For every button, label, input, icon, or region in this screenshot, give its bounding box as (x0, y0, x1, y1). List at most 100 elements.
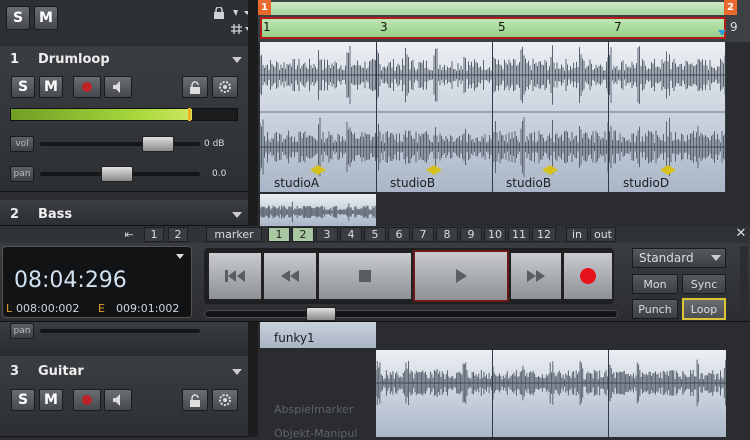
loop-start-marker[interactable]: 1 (258, 0, 271, 15)
panel-divider[interactable] (248, 0, 258, 437)
stop-icon (359, 270, 371, 282)
marker-prev-1[interactable]: 1 (144, 227, 164, 242)
scrub-slider[interactable] (204, 310, 618, 318)
track-1-vol-thumb[interactable] (142, 136, 174, 152)
mode-select-value: Standard (639, 251, 694, 265)
track-1-menu-icon[interactable] (232, 57, 242, 63)
fx-gear-icon (219, 81, 231, 93)
marker-prev-2[interactable]: 2 (168, 227, 188, 242)
marker-back-icon[interactable]: ⇤ (120, 228, 138, 241)
end-locator-label: E (98, 302, 105, 315)
track-1-level-meter (10, 108, 238, 121)
marker-number[interactable]: 11 (508, 227, 530, 242)
speaker-icon (113, 394, 120, 406)
marker-out-button[interactable]: out (590, 227, 616, 242)
fast-forward-button[interactable] (510, 252, 562, 300)
track-3-solo-button[interactable]: S (11, 389, 35, 411)
volume-handle-icon[interactable] (310, 160, 326, 179)
sync-button[interactable]: Sync (682, 274, 726, 294)
track-1-vol-label: vol (10, 136, 34, 152)
track-1-pan-thumb[interactable] (101, 166, 133, 182)
clip-divider (376, 42, 377, 192)
marker-number[interactable]: 8 (436, 227, 458, 242)
marker-number[interactable]: 1 (268, 227, 290, 242)
fx-gear-icon (219, 394, 231, 406)
go-to-start-button[interactable] (208, 252, 262, 300)
clip-divider (492, 350, 493, 437)
play-button[interactable] (413, 250, 509, 302)
skip-start-icon (225, 270, 245, 282)
mode-dropdown-icon[interactable] (711, 255, 721, 261)
volume-handle-icon[interactable] (660, 160, 676, 179)
track-1-mute-button[interactable]: M (39, 76, 63, 98)
global-mute-button[interactable]: M (34, 6, 58, 30)
track-1-lane-empty (726, 42, 750, 192)
guitar-waveform (376, 350, 726, 437)
track-1-number: 1 (10, 52, 20, 67)
rewind-button[interactable] (263, 252, 317, 300)
marker-in-button[interactable]: in (566, 227, 588, 242)
time-format-dropdown-icon[interactable] (176, 254, 184, 259)
time-counter: 08:04:296 (14, 268, 127, 293)
track-1-monitor-button[interactable] (104, 76, 132, 98)
lock-icon[interactable] (212, 4, 226, 19)
volume-handle-icon[interactable] (426, 160, 442, 179)
play-icon (456, 269, 467, 283)
track-1-peak-marker (188, 108, 191, 121)
mon-button[interactable]: Mon (632, 274, 678, 294)
left-locator-value[interactable]: 008:00:002 (16, 302, 79, 315)
marker-number[interactable]: 3 (316, 227, 338, 242)
track-3-fx-button[interactable] (212, 389, 238, 411)
track-2-name[interactable]: Bass (38, 207, 72, 222)
volume-handle-icon[interactable] (542, 160, 558, 179)
clip-divider (492, 42, 493, 192)
ruler-mark-5: 5 (498, 20, 506, 34)
track-1-pan-label: pan (10, 166, 34, 182)
marker-number[interactable]: 5 (364, 227, 386, 242)
marker-number[interactable]: 10 (484, 227, 506, 242)
scrub-thumb[interactable] (306, 307, 336, 321)
marker-number[interactable]: 4 (340, 227, 362, 242)
track-1-lock-button[interactable] (182, 76, 208, 98)
loop-end-marker[interactable]: 2 (724, 0, 737, 15)
padlock-icon (190, 80, 200, 94)
track-2-menu-icon[interactable] (232, 212, 242, 218)
track-1-name[interactable]: Drumloop (38, 52, 110, 67)
marker-number[interactable]: 2 (292, 227, 314, 242)
track-1-record-button[interactable] (73, 76, 101, 98)
end-locator-value[interactable]: 009:01:002 (116, 302, 179, 315)
marker-number[interactable]: 9 (460, 227, 482, 242)
timeline-ruler[interactable] (260, 17, 726, 39)
track-3-menu-icon[interactable] (232, 369, 242, 375)
record-button[interactable] (563, 252, 613, 300)
global-solo-button[interactable]: S (6, 6, 30, 30)
marker-number[interactable]: 6 (388, 227, 410, 242)
track-1-fx-button[interactable] (212, 76, 238, 98)
track-3-name[interactable]: Guitar (38, 364, 84, 379)
track-3-monitor-button[interactable] (104, 389, 132, 411)
track-2-pan-label: pan (10, 323, 34, 339)
clip-label[interactable]: funky1 (274, 331, 315, 345)
marker-number[interactable]: 12 (532, 227, 556, 242)
track-3-mute-button[interactable]: M (39, 389, 63, 411)
track-2-panel-lower (0, 320, 248, 350)
track-3-lock-button[interactable] (182, 389, 208, 411)
clip-divider (608, 350, 609, 437)
record-icon (82, 395, 92, 405)
playhead-icon[interactable] (718, 30, 726, 36)
stop-button[interactable] (318, 252, 412, 300)
clip-divider (608, 42, 609, 192)
drum-waveform (260, 42, 726, 192)
track-1-solo-button[interactable]: S (11, 76, 35, 98)
loop-range-bar[interactable] (260, 2, 726, 15)
loop-button[interactable]: Loop (682, 298, 726, 320)
panel-resize-handle[interactable] (740, 246, 748, 318)
record-icon (82, 82, 92, 92)
track-2-pan-slider[interactable] (40, 329, 200, 333)
close-icon[interactable]: ✕ (734, 227, 748, 241)
track-3-record-button[interactable] (73, 389, 101, 411)
track-1-vol-slider[interactable] (40, 142, 200, 146)
punch-button[interactable]: Punch (632, 299, 678, 319)
tooltip-text: Objekt-Manipul (274, 427, 358, 440)
marker-number[interactable]: 7 (412, 227, 434, 242)
